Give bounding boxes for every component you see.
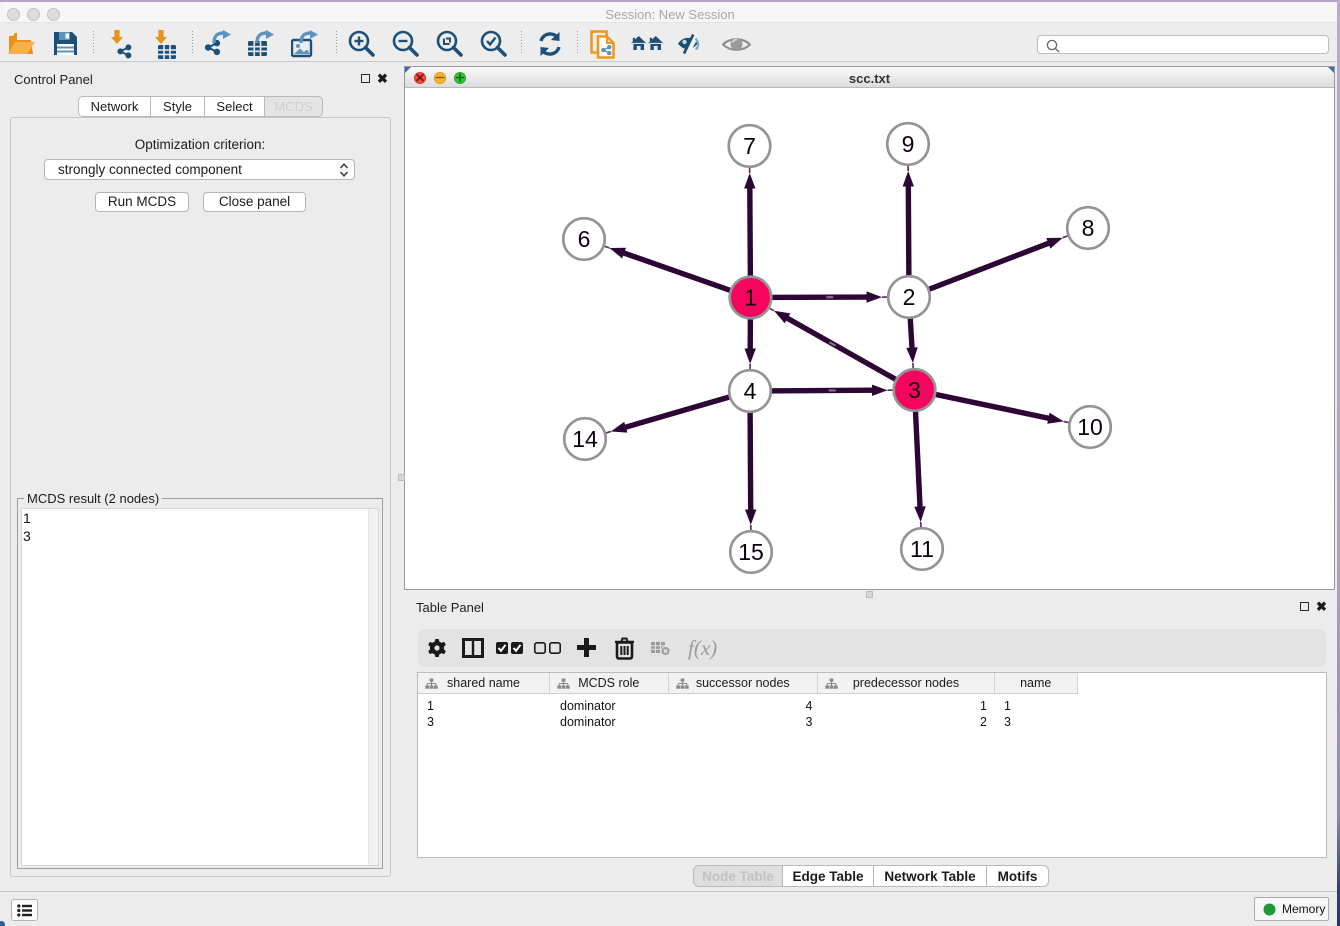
- svg-text:15: 15: [738, 539, 764, 565]
- svg-text:11: 11: [910, 536, 934, 562]
- svg-text:2: 2: [903, 284, 916, 310]
- svg-text:9: 9: [902, 131, 915, 157]
- svg-text:14: 14: [572, 426, 598, 452]
- svg-text:1: 1: [744, 285, 757, 311]
- svg-text:4: 4: [744, 378, 757, 404]
- svg-text:6: 6: [578, 226, 591, 252]
- svg-text:7: 7: [743, 133, 756, 159]
- svg-text:3: 3: [908, 377, 921, 403]
- svg-text:10: 10: [1077, 414, 1103, 440]
- svg-text:8: 8: [1082, 215, 1095, 241]
